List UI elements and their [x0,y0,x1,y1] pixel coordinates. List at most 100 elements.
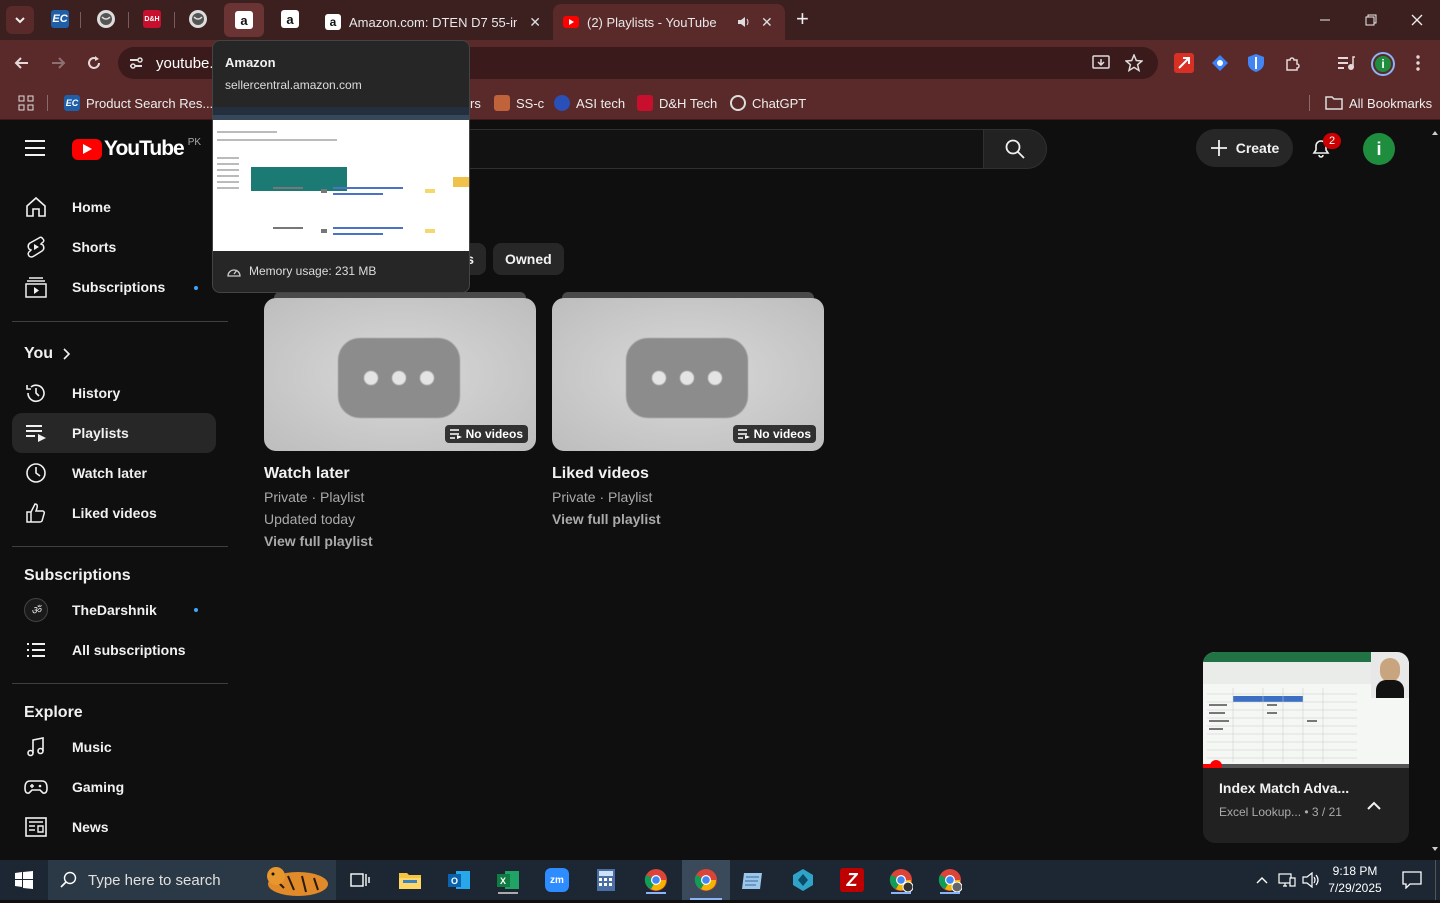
sidebar-item-watch-later[interactable]: Watch later [12,453,216,493]
bookmark-dh-tech[interactable]: D&H Tech [637,92,717,114]
shield-extension-icon[interactable] [1248,54,1264,77]
playlist-title[interactable]: Watch later [264,465,536,483]
globe-tab-icon[interactable] [189,10,207,28]
ss-icon [494,95,510,111]
tab-hover-card: Amazon sellercentral.amazon.com Memory u… [212,40,470,293]
sidebar-item-playlists[interactable]: Playlists [12,413,216,453]
ec-tab-icon[interactable]: EC [51,10,69,28]
guide-menu-button[interactable] [24,139,46,162]
search-input[interactable] [468,129,984,169]
tab-search-button[interactable] [6,6,34,34]
bookmark-asi-tech[interactable]: ASI tech [554,92,625,114]
apps-grid-icon[interactable] [18,95,34,116]
sidebar-channel-thedarshnik[interactable]: ॐ TheDarshnik [12,590,216,630]
bookmark-ss-c[interactable]: SS-c [494,92,544,114]
install-app-icon[interactable] [1092,54,1110,72]
taskbar-search-box[interactable]: Type here to search [48,860,336,900]
network-button[interactable] [1276,866,1298,894]
bookmark-partial[interactable]: rs [470,92,481,114]
sidebar-item-liked-videos[interactable]: Liked videos [12,493,216,533]
sidebar-item-music[interactable]: Music [12,727,216,767]
filter-chip-owned[interactable]: Owned [493,243,564,275]
speaker-icon[interactable] [737,15,751,29]
playlist-thumbnail[interactable]: No videos [264,298,536,451]
chrome-menu-icon[interactable] [1410,54,1426,77]
taskbar-excel[interactable]: X [490,866,526,894]
create-button[interactable]: Create [1196,129,1293,167]
amazon-tab-hovered[interactable]: a [224,3,264,37]
taskbar-file-explorer[interactable] [392,866,428,894]
tab-amazon[interactable]: a Amazon.com: DTEN D7 55-inch ✕ [315,4,551,40]
playlist-thumbnail[interactable]: No videos [552,298,824,451]
playlist-card-watch-later[interactable]: No videos Watch later Private · Playlist… [264,292,536,549]
taskbar-chrome-profile[interactable] [883,866,919,894]
sidebar-item-subscriptions[interactable]: Subscriptions [12,267,216,307]
show-hidden-icons-button[interactable] [1252,866,1272,894]
taskbar-app-cyan[interactable] [785,866,821,894]
taskbar-chrome-active[interactable] [682,860,730,900]
account-avatar[interactable]: i [1363,133,1395,165]
all-bookmarks-button[interactable]: All Bookmarks [1325,92,1432,114]
show-desktop-button[interactable] [1435,860,1440,900]
page-scrollbar[interactable] [1430,125,1440,854]
task-view-button[interactable] [342,866,378,894]
star-icon[interactable] [1125,54,1143,72]
playlist-card-liked-videos[interactable]: No videos Liked videos Private · Playlis… [552,292,824,527]
extension-red-icon[interactable] [1174,53,1194,73]
bookmark-divider [1309,95,1310,111]
sidebar-item-history[interactable]: History [12,373,216,413]
running-indicator [498,892,518,894]
bookmark-chatgpt[interactable]: ChatGPT [730,92,806,114]
sidebar-item-shorts[interactable]: Shorts [12,227,216,267]
profile-avatar[interactable]: i [1373,54,1393,74]
view-full-playlist-link[interactable]: View full playlist [552,511,824,527]
playlist-title[interactable]: Liked videos [552,465,824,483]
search-button[interactable] [983,129,1047,169]
close-window-button[interactable] [1394,0,1440,40]
windows-taskbar: Type here to search O X zm Z 9:18 PM 7/2… [0,860,1440,900]
volume-button[interactable] [1300,866,1322,894]
taskbar-calculator[interactable] [588,866,624,894]
taskbar-chrome[interactable] [638,866,674,894]
progress-scrubber[interactable] [1210,760,1222,768]
taskbar-outlook[interactable]: O [441,866,477,894]
sidebar-item-news[interactable]: News [12,807,216,847]
globe-tab-icon[interactable] [97,10,115,28]
extension-blue-icon[interactable] [1212,55,1228,71]
close-icon[interactable]: ✕ [761,14,773,31]
tab-preview-image [213,107,469,251]
extensions-puzzle-icon[interactable] [1284,54,1302,77]
hovercard-url: sellercentral.amazon.com [225,78,362,92]
action-center-button[interactable] [1394,866,1430,894]
sidebar-item-home[interactable]: Home [12,187,216,227]
you-section-link[interactable]: You [24,345,71,363]
bookmark-product-search[interactable]: EC Product Search Res... [64,92,213,114]
forward-button[interactable] [44,49,72,77]
taskbar-filezilla[interactable]: Z [834,866,870,894]
sidebar-item-gaming[interactable]: Gaming [12,767,216,807]
amazon-icon[interactable]: a [281,10,299,28]
miniplayer[interactable]: Index Match Adva... Excel Lookup... • 3 … [1203,652,1409,843]
dh-tab-icon[interactable]: D&H [143,10,161,28]
media-controls-icon[interactable] [1336,54,1356,77]
new-tab-button[interactable]: + [796,8,809,30]
taskbar-notes[interactable] [735,866,771,894]
clock[interactable]: 9:18 PM 7/29/2025 [1326,863,1384,897]
miniplayer-video[interactable] [1203,652,1409,768]
expand-miniplayer-button[interactable] [1367,798,1381,816]
progress-track[interactable] [1203,764,1409,768]
youtube-logo[interactable]: YouTube PK [72,137,201,161]
taskbar-zoom[interactable]: zm [539,866,575,894]
notifications-button[interactable]: 2 [1310,133,1341,164]
close-icon[interactable]: ✕ [529,14,541,31]
site-settings-icon[interactable] [128,55,144,71]
restore-button[interactable] [1348,0,1394,40]
sidebar-item-all-subscriptions[interactable]: All subscriptions [12,630,216,670]
back-button[interactable] [8,49,36,77]
start-button[interactable] [6,866,42,894]
view-full-playlist-link[interactable]: View full playlist [264,533,536,549]
tab-youtube-active[interactable]: (2) Playlists - YouTube ✕ [553,4,785,40]
minimize-button[interactable] [1302,0,1348,40]
taskbar-chrome-profile-2[interactable] [932,866,968,894]
reload-button[interactable] [80,49,108,77]
